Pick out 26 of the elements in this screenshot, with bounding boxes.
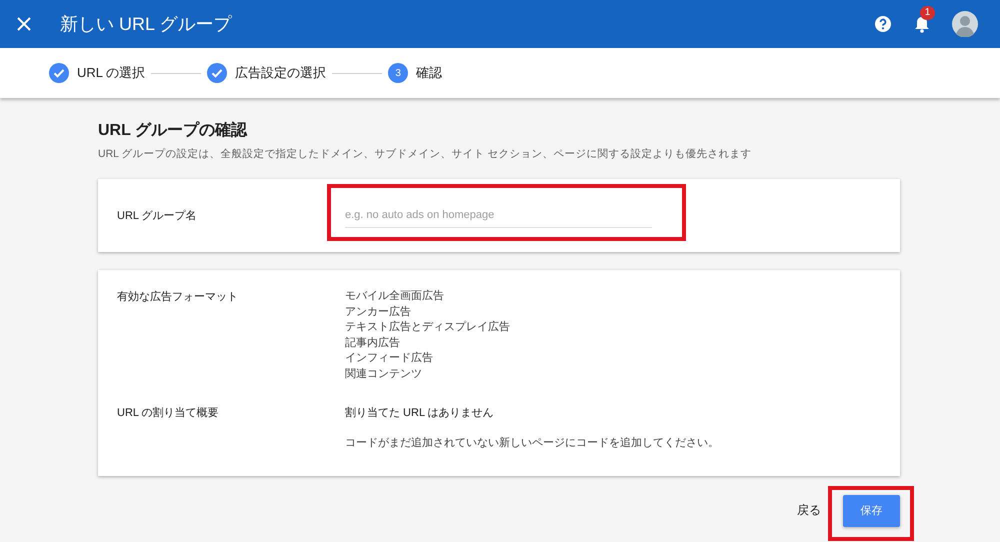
assignment-note: コードがまだ追加されていない新しいページにコードを追加してください。 (345, 436, 720, 450)
format-item: 記事内広告 (345, 336, 401, 351)
field-label: URL グループ名 (117, 208, 198, 223)
page-subtitle: URL グループの設定は、全般設定で指定したドメイン、サブドメイン、サイト セクション、ページに関する設定よりも優先されます (98, 147, 752, 161)
window-title: 新しい URL グループ (60, 13, 232, 36)
help-icon[interactable] (874, 15, 892, 33)
step-label[interactable]: URL の選択 (77, 64, 146, 82)
notification-badge: 1 (920, 6, 935, 20)
row-label: URL の割り当て概要 (117, 406, 220, 421)
input-field[interactable]: e.g. no auto ads on homepage (345, 203, 652, 228)
format-item: インフィード広告 (345, 351, 434, 366)
page-title: URL グループの確認 (98, 120, 248, 141)
format-item: アンカー広告 (345, 304, 412, 320)
bell-icon[interactable] (914, 15, 930, 33)
format-item: テキスト広告とディスプレイ広告 (345, 320, 511, 336)
format-item: モバイル全画面広告 (345, 289, 445, 304)
step-label[interactable]: 広告設定の選択 (235, 64, 326, 82)
step-label[interactable]: 確認 (416, 64, 442, 82)
format-item: 関連コンテンツ (345, 366, 423, 382)
back-button[interactable]: 戻る (797, 502, 821, 520)
step-number: 3 (388, 63, 408, 83)
row-label: 有効な広告フォーマット (117, 290, 239, 305)
avatar[interactable] (952, 11, 978, 37)
close-icon[interactable] (17, 17, 31, 31)
save-button[interactable]: 保存 (843, 494, 900, 527)
assignment-value: 割り当てた URL はありません (345, 406, 495, 420)
